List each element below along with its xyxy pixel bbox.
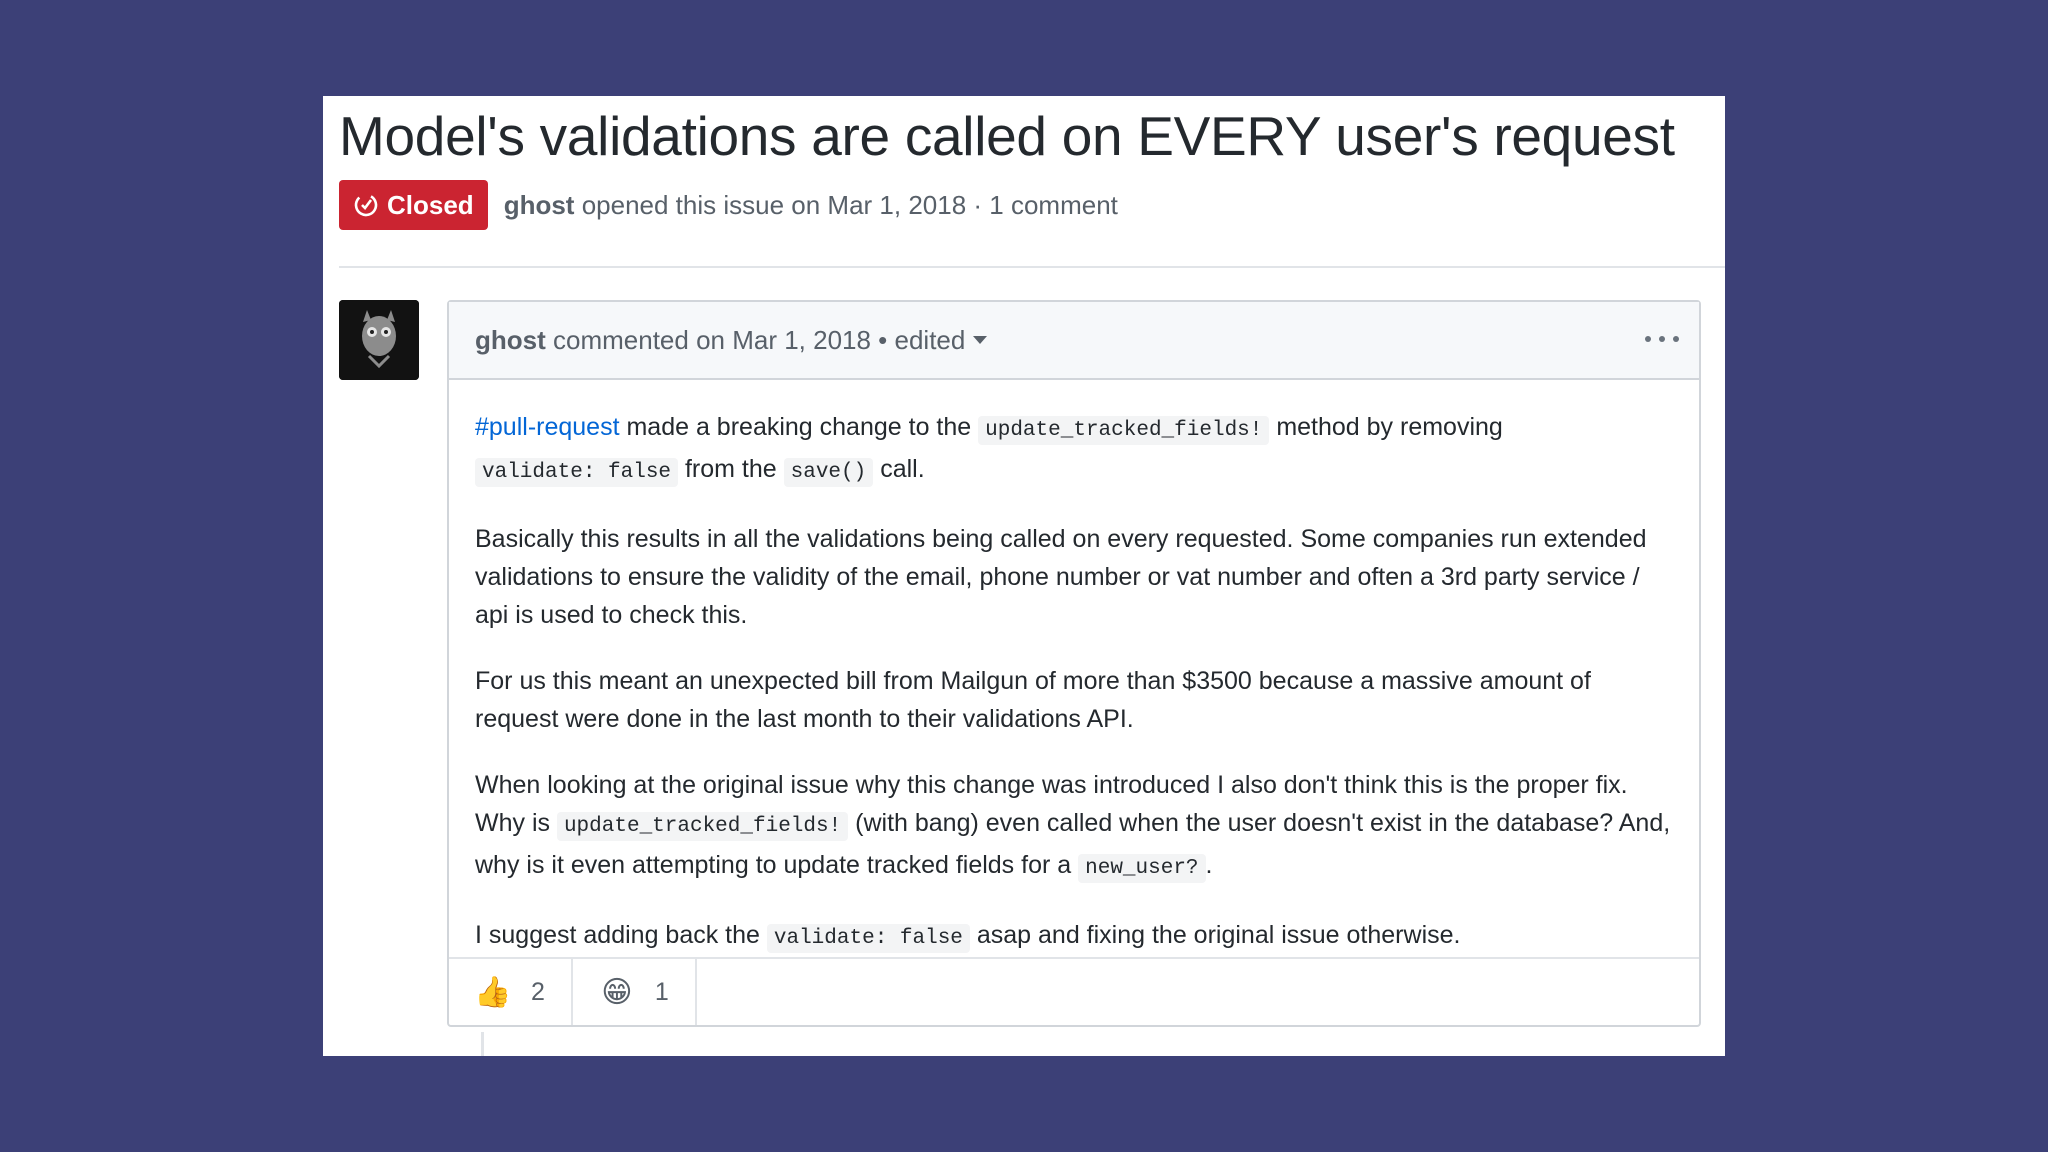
inline-code: validate: false <box>475 458 679 487</box>
edited-dropdown-icon[interactable] <box>973 336 988 344</box>
issue-title: Model's validations are called on EVERY … <box>339 105 1675 167</box>
reaction-count: 1 <box>654 977 669 1006</box>
reaction-laugh-button[interactable]: 😁 1 <box>573 959 697 1025</box>
comment-paragraph: For us this meant an unexpected bill fro… <box>475 667 1591 733</box>
reaction-count: 2 <box>531 977 545 1006</box>
kebab-horizontal-icon[interactable] <box>1645 324 1679 354</box>
comment-paragraph: I suggest adding back the validate: fals… <box>475 916 1673 958</box>
avatar[interactable] <box>339 300 419 380</box>
grinning-face-icon: 😁 <box>601 975 633 1009</box>
comment-body: #pull-request made a breaking change to … <box>449 380 1699 958</box>
issue-meta-label: opened this issue on Mar 1, 2018 · 1 com… <box>581 189 1118 220</box>
reaction-thumbs-up-button[interactable]: 👍 2 <box>449 959 573 1025</box>
inline-code: update_tracked_fields! <box>556 812 849 841</box>
comment-header: ghost commented on Mar 1, 2018 • edited <box>449 302 1699 380</box>
reactions-bar: 👍 2 😁 1 <box>449 957 1699 1025</box>
comment-card: ghost commented on Mar 1, 2018 • edited … <box>447 300 1701 1027</box>
issue-author-link[interactable]: ghost <box>504 190 575 220</box>
ghost-avatar-icon <box>339 300 419 380</box>
text-span: . <box>1205 851 1213 879</box>
inline-code: update_tracked_fields! <box>978 416 1270 445</box>
header-divider <box>339 266 1725 268</box>
issue-meta: Closed ghost opened this issue on Mar 1,… <box>339 180 1118 230</box>
comment-paragraph: Basically this results in all the valida… <box>475 525 1647 629</box>
inline-code: validate: false <box>766 924 970 953</box>
issue-panel: Model's validations are called on EVERY … <box>323 96 1725 1056</box>
status-badge: Closed <box>339 180 488 230</box>
text-span: from the <box>678 455 784 483</box>
thumbs-up-icon: 👍 <box>474 975 512 1009</box>
pull-request-link[interactable]: #pull-request <box>475 413 620 441</box>
issue-meta-text: ghost opened this issue on Mar 1, 2018 ·… <box>504 190 1118 221</box>
comment-paragraph: #pull-request made a breaking change to … <box>475 408 1673 492</box>
timeline-line <box>481 1032 484 1056</box>
text-span: asap and fixing the original issue other… <box>969 921 1461 949</box>
text-span: method by removing <box>1269 413 1503 441</box>
text-span: call. <box>873 455 925 483</box>
comment-meta: commented on Mar 1, 2018 • edited <box>553 324 966 355</box>
comment-author-link[interactable]: ghost <box>475 325 546 356</box>
text-span: made a breaking change to the <box>619 413 979 441</box>
inline-code: new_user? <box>1078 854 1206 883</box>
issue-closed-icon <box>354 193 378 217</box>
status-label: Closed <box>387 189 474 220</box>
inline-code: save() <box>783 458 874 487</box>
text-span: I suggest adding back the <box>475 921 767 949</box>
comment-paragraph: When looking at the original issue why t… <box>475 766 1673 888</box>
